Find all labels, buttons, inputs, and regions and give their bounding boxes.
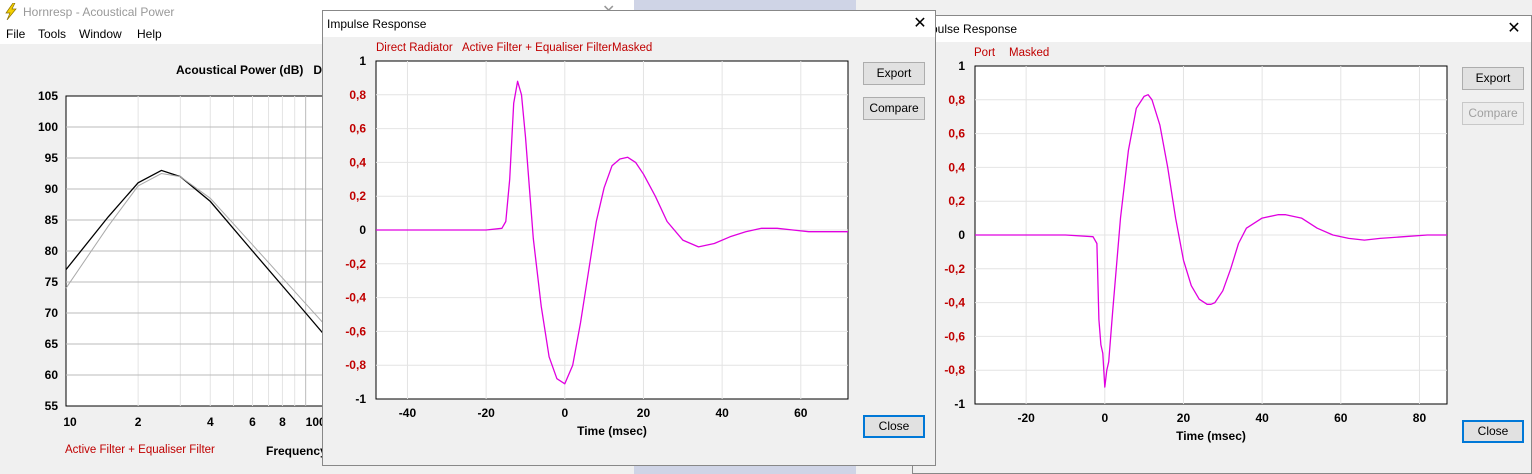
y-tick-label: 0 xyxy=(958,228,965,242)
y-tick-label: -0,2 xyxy=(944,262,965,276)
x-tick-label: -20 xyxy=(1017,411,1035,425)
x-tick-label: 60 xyxy=(1334,411,1348,425)
y-tick-label: 60 xyxy=(45,368,59,382)
y-tick-label: 95 xyxy=(45,151,59,165)
y-tick-label: -0,8 xyxy=(944,363,965,377)
y-tick-label: 80 xyxy=(45,244,59,258)
x-tick-label: 0 xyxy=(561,406,568,420)
y-tick-label: 0,2 xyxy=(349,189,366,203)
y-tick-label: -1 xyxy=(954,397,965,411)
y-tick-label: 70 xyxy=(45,306,59,320)
y-tick-label: -0,2 xyxy=(345,257,366,271)
x-tick-label: -40 xyxy=(399,406,417,420)
y-tick-label: 0,8 xyxy=(948,93,965,107)
y-tick-label: 100 xyxy=(38,120,58,134)
y-tick-label: 0 xyxy=(359,223,366,237)
x-tick-label: 40 xyxy=(1255,411,1269,425)
y-tick-label: 1 xyxy=(958,59,965,73)
y-tick-label: 90 xyxy=(45,182,59,196)
y-tick-label: 65 xyxy=(45,337,59,351)
x-tick-label: 10 xyxy=(63,415,77,429)
y-tick-label: 0,2 xyxy=(948,194,965,208)
y-tick-label: -1 xyxy=(355,392,366,406)
y-tick-label: 75 xyxy=(45,275,59,289)
y-tick-label: 55 xyxy=(45,399,59,413)
y-tick-label: -0,4 xyxy=(345,291,366,305)
y-tick-label: -0,6 xyxy=(944,329,965,343)
x-tick-label: 60 xyxy=(794,406,808,420)
x-axis-label: Time (msec) xyxy=(1176,429,1246,443)
port-impulse-chart: 1 0,8 0,6 0,4 0,2 0 -0,2 -0,4 -0,6 -0,8 -1 -20 0 20 40… xyxy=(944,59,1448,443)
y-tick-label: -0,6 xyxy=(345,324,366,338)
y-tick-label: 105 xyxy=(38,89,58,103)
x-tick-label: 80 xyxy=(1413,411,1427,425)
x-tick-label: -20 xyxy=(477,406,495,420)
bg-x-axis-label: Frequency xyxy=(266,444,327,458)
y-tick-label: 0,8 xyxy=(349,88,366,102)
y-tick-label: 0,6 xyxy=(349,122,366,136)
direct-impulse-chart: 1 0,8 0,6 0,4 0,2 0 -0,2 -0,4 -0,6 -0,8 -1 -40 -20 0 2… xyxy=(345,54,849,438)
y-tick-label: 0,6 xyxy=(948,127,965,141)
y-tick-label: 1 xyxy=(359,54,366,68)
x-axis-label: Time (msec) xyxy=(577,424,647,438)
x-tick-label: 40 xyxy=(715,406,729,420)
x-tick-label: 20 xyxy=(637,406,651,420)
x-tick-label: 2 xyxy=(135,415,142,429)
impulse-response-window-direct: Impulse Response ✕ Direct Radiator Activ… xyxy=(322,10,936,466)
y-tick-label: 0,4 xyxy=(349,155,366,169)
x-tick-label: 0 xyxy=(1101,411,1108,425)
y-tick-label: 0,4 xyxy=(948,160,965,174)
x-tick-label: 4 xyxy=(207,415,214,429)
y-tick-label: 85 xyxy=(45,213,59,227)
x-tick-label: 6 xyxy=(249,415,256,429)
x-tick-label: 8 xyxy=(279,415,286,429)
y-tick-label: -0,4 xyxy=(944,296,965,310)
y-tick-label: -0,8 xyxy=(345,358,366,372)
x-tick-label: 20 xyxy=(1177,411,1191,425)
bg-footer-label: Active Filter + Equaliser Filter xyxy=(65,444,215,456)
impulse-response-window-port: pulse Response ✕ Port Masked Export Comp… xyxy=(912,15,1532,474)
